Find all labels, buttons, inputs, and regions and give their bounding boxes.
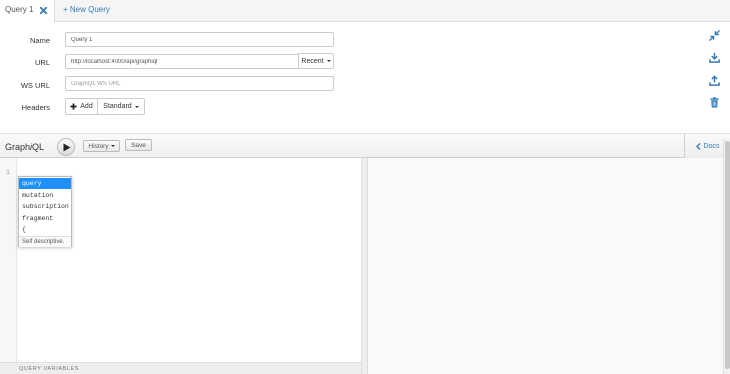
save-button[interactable]: Save	[125, 139, 152, 151]
headers-label: Headers	[21, 103, 50, 112]
plus-icon	[70, 103, 77, 110]
standard-headers-dropdown[interactable]: Standard	[97, 98, 145, 115]
docs-label: Docs	[703, 142, 720, 150]
save-label: Save	[131, 141, 146, 149]
chevron-down-icon	[326, 60, 331, 62]
chevron-down-icon	[110, 145, 115, 147]
query-variables-bar[interactable]: QUERY VARIABLES	[0, 362, 361, 374]
autocomplete-item-brace[interactable]: {	[19, 224, 71, 235]
recent-label: Recent	[301, 57, 324, 65]
standard-label: Standard	[103, 103, 132, 110]
download-icon[interactable]	[709, 52, 720, 63]
execute-query-button[interactable]	[57, 138, 75, 156]
line-number: 1	[6, 169, 10, 176]
autocomplete-dropdown: query mutation subscription fragment { S…	[18, 176, 72, 247]
recent-dropdown-button[interactable]: Recent	[298, 53, 334, 69]
scrollbar-thumb[interactable]	[725, 141, 730, 369]
chevron-down-icon	[134, 105, 139, 108]
history-label: History	[88, 142, 109, 150]
graphiql-toolbar: GraphiQL History Save Docs	[0, 133, 730, 158]
autocomplete-item-query[interactable]: query	[19, 178, 71, 189]
collapse-icon[interactable]	[709, 30, 720, 41]
history-button[interactable]: History	[83, 140, 120, 152]
name-input[interactable]	[65, 32, 334, 47]
autocomplete-item-mutation[interactable]: mutation	[19, 190, 71, 201]
tab-bar: Query 1 + New Query	[0, 0, 730, 22]
query-variables-label: QUERY VARIABLES	[19, 366, 80, 372]
trash-icon[interactable]	[709, 97, 720, 108]
autocomplete-description: Self descriptive.	[19, 236, 71, 247]
result-pane	[368, 158, 723, 374]
ws-url-input[interactable]	[65, 76, 334, 91]
graphiql-title: GraphiQL	[5, 142, 45, 152]
ws-url-label: WS URL	[20, 81, 50, 90]
name-label: Name	[29, 36, 50, 45]
close-icon[interactable]	[39, 6, 48, 15]
add-header-button[interactable]: Add	[65, 98, 98, 115]
chevron-left-icon	[695, 142, 700, 150]
tab-query-1[interactable]: Query 1	[0, 0, 55, 22]
play-icon	[63, 143, 71, 152]
url-label: URL	[34, 58, 50, 67]
new-query-link[interactable]: + New Query	[63, 5, 110, 14]
upload-icon[interactable]	[709, 75, 720, 86]
scrollbar[interactable]	[723, 139, 730, 374]
autocomplete-item-fragment[interactable]: fragment	[19, 213, 71, 224]
url-input[interactable]	[65, 54, 299, 69]
tab-label: Query 1	[5, 5, 34, 14]
autocomplete-item-subscription[interactable]: subscription	[19, 201, 71, 212]
pane-divider[interactable]	[361, 158, 368, 374]
editor-gutter	[0, 158, 17, 362]
add-label: Add	[80, 103, 93, 110]
